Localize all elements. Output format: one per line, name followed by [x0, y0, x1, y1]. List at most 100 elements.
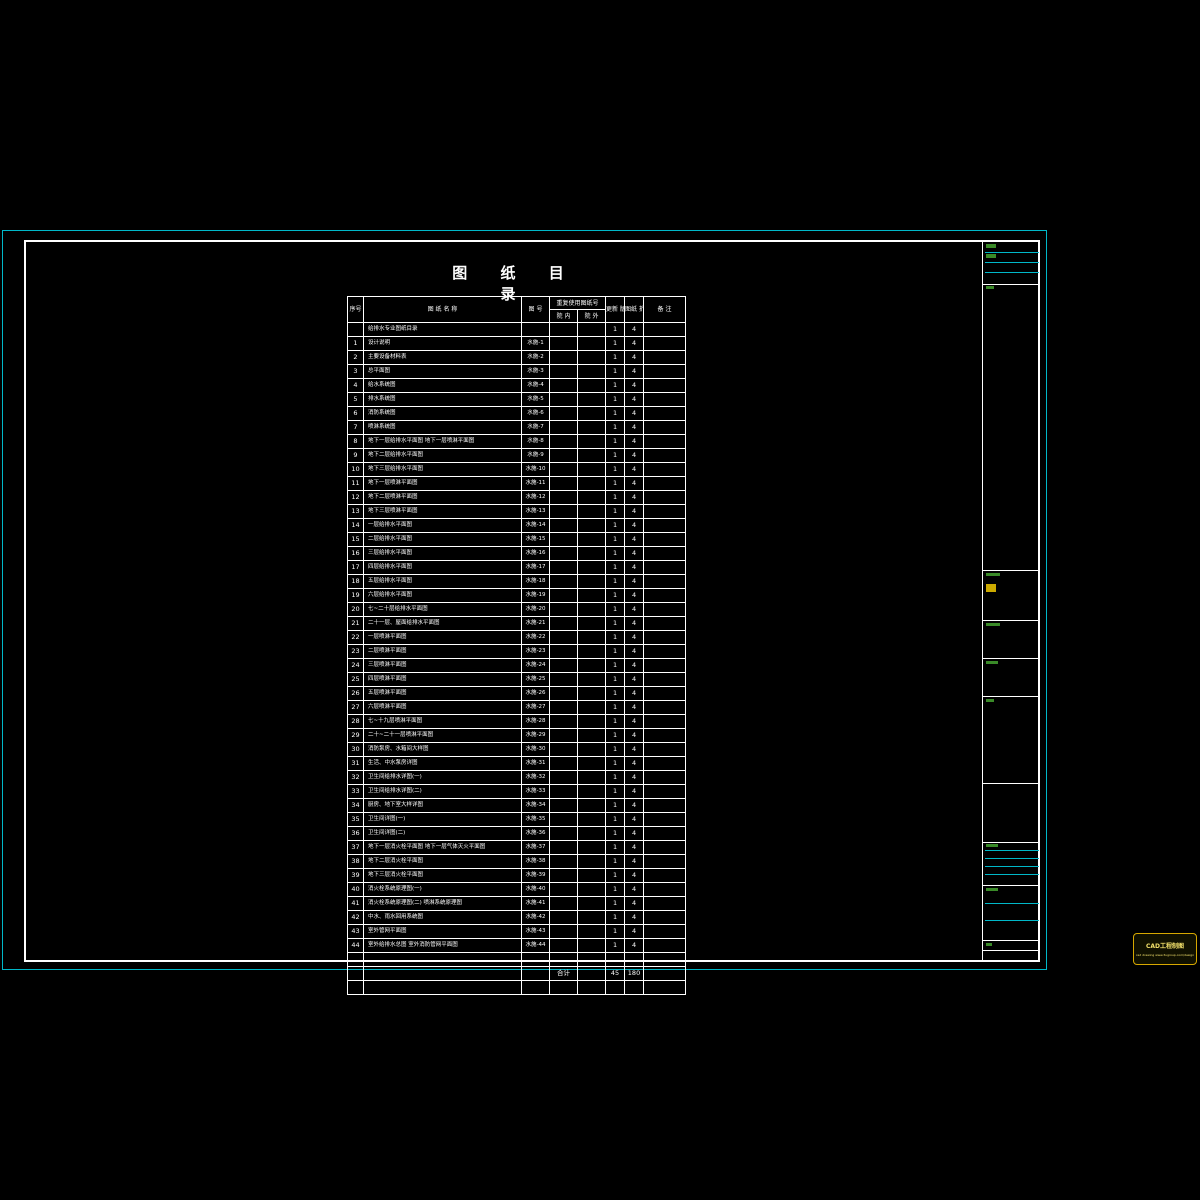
row-version: 1 — [605, 882, 626, 897]
row-drawing-no: 水施-6 — [521, 406, 550, 421]
row-drawing-no: 水施-21 — [521, 616, 550, 631]
row-reused-external — [576, 574, 607, 589]
row-reused-internal — [549, 924, 578, 939]
row-drawing-no: 水施-29 — [521, 728, 550, 743]
row-drawing-no: 水施-11 — [521, 476, 550, 491]
row-reused-internal — [549, 490, 578, 505]
totals-name — [363, 966, 522, 981]
row-size: 4 — [624, 742, 645, 757]
row-remarks — [643, 448, 687, 463]
row-remarks — [643, 812, 687, 827]
row-reused-internal — [549, 448, 578, 463]
row-size: 4 — [624, 854, 645, 869]
row-reused-internal — [549, 602, 578, 617]
row-version: 1 — [605, 770, 626, 785]
row-version: 1 — [605, 392, 626, 407]
row-remarks — [643, 476, 687, 491]
row-name: 消防系统图 — [363, 406, 522, 421]
blank-cell — [521, 952, 550, 967]
blank-cell — [363, 980, 522, 995]
row-seq: 29 — [347, 728, 364, 743]
table-row: 5 排水系统图 水施-5 1 4 — [347, 392, 687, 407]
row-seq: 16 — [347, 546, 364, 561]
row-version: 1 — [605, 756, 626, 771]
row-seq: 30 — [347, 742, 364, 757]
row-drawing-no: 水施-5 — [521, 392, 550, 407]
row-name: 一层喷淋平面图 — [363, 630, 522, 645]
row-size: 4 — [624, 784, 645, 799]
row-seq: 40 — [347, 882, 364, 897]
row-seq: 44 — [347, 938, 364, 953]
row-drawing-no: 水施-14 — [521, 518, 550, 533]
row-size: 4 — [624, 406, 645, 421]
row-size: 4 — [624, 336, 645, 351]
row-remarks — [643, 532, 687, 547]
row-version: 1 — [605, 336, 626, 351]
row-reused-internal — [549, 686, 578, 701]
row-name: 厨房、地下室大样详图 — [363, 798, 522, 813]
blank-cell — [549, 952, 578, 967]
row-remarks — [643, 700, 687, 715]
row-name: 地下三层喷淋平面图 — [363, 504, 522, 519]
drawing-index-table: 序号 图 纸 名 称 图 号 重复使用图纸号 更新 版次 图纸 折合A1 备 注… — [347, 296, 687, 995]
row-reused-external — [576, 770, 607, 785]
row-reused-internal — [549, 378, 578, 393]
row-size: 4 — [624, 588, 645, 603]
table-row: 6 消防系统图 水施-6 1 4 — [347, 406, 687, 421]
row-drawing-no: 水施-34 — [521, 798, 550, 813]
row-size: 4 — [624, 798, 645, 813]
row-remarks — [643, 350, 687, 365]
row-remarks — [643, 672, 687, 687]
row-reused-internal — [549, 364, 578, 379]
row-version: 1 — [605, 574, 626, 589]
row-reused-internal — [549, 826, 578, 841]
row-seq: 22 — [347, 630, 364, 645]
row-seq: 27 — [347, 700, 364, 715]
row-reused-external — [576, 518, 607, 533]
row-size: 4 — [624, 924, 645, 939]
row-reused-external — [576, 420, 607, 435]
table-row: 22 一层喷淋平面图 水施-22 1 4 — [347, 630, 687, 645]
row-name: 地下二层喷淋平面图 — [363, 490, 522, 505]
row-reused-internal — [549, 434, 578, 449]
row-reused-external — [576, 798, 607, 813]
row-reused-external — [576, 630, 607, 645]
row-drawing-no: 水施-39 — [521, 868, 550, 883]
row-reused-external — [576, 742, 607, 757]
row-size: 4 — [624, 560, 645, 575]
row-reused-internal — [549, 770, 578, 785]
row-remarks — [643, 826, 687, 841]
table-row: 40 消火栓系统原理图(一) 水施-40 1 4 — [347, 882, 687, 897]
row-version: 1 — [605, 658, 626, 673]
row-remarks — [643, 882, 687, 897]
row-reused-external — [576, 784, 607, 799]
row-reused-internal — [549, 462, 578, 477]
row-name: 地下二层消火栓平面图 — [363, 854, 522, 869]
row-remarks — [643, 658, 687, 673]
table-row: 4 给水系统图 水施-4 1 4 — [347, 378, 687, 393]
row-version: 1 — [605, 700, 626, 715]
row-seq: 17 — [347, 560, 364, 575]
table-row: 24 三层喷淋平面图 水施-24 1 4 — [347, 658, 687, 673]
row-reused-external — [576, 392, 607, 407]
row-reused-external — [576, 406, 607, 421]
stamp-text: CAD工程制图 — [1145, 943, 1185, 950]
row-reused-internal — [549, 630, 578, 645]
blank-cell — [347, 980, 364, 995]
row-name: 二层喷淋平面图 — [363, 644, 522, 659]
table-row: 14 一层给排水平面图 水施-14 1 4 — [347, 518, 687, 533]
row-drawing-no: 水施-24 — [521, 658, 550, 673]
row-reused-external — [576, 504, 607, 519]
blank-cell — [605, 952, 626, 967]
row-reused-external — [576, 476, 607, 491]
row-version: 1 — [605, 434, 626, 449]
row-size: 4 — [624, 392, 645, 407]
totals-label: 合计 — [549, 966, 578, 981]
row-remarks — [643, 784, 687, 799]
row-drawing-no: 水施-16 — [521, 546, 550, 561]
row-version: 1 — [605, 518, 626, 533]
blank-cell — [643, 952, 687, 967]
row-seq: 2 — [347, 350, 364, 365]
row-name: 地下三层给排水平面图 — [363, 462, 522, 477]
row-remarks — [643, 420, 687, 435]
